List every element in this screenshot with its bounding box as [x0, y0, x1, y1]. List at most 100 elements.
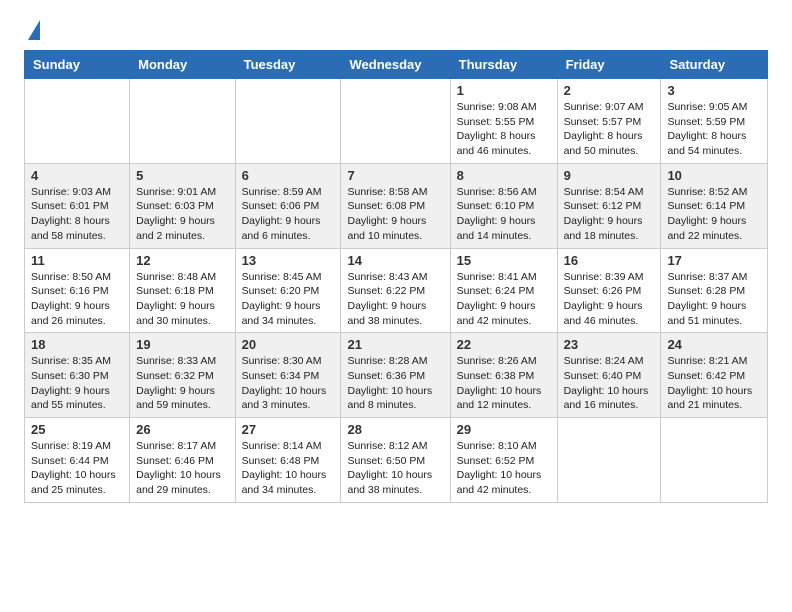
day-info: Sunrise: 8:33 AM Sunset: 6:32 PM Dayligh… — [136, 354, 228, 413]
day-number: 24 — [667, 337, 761, 352]
column-header-sunday: Sunday — [25, 51, 130, 79]
day-number: 11 — [31, 253, 123, 268]
calendar-header-row: SundayMondayTuesdayWednesdayThursdayFrid… — [25, 51, 768, 79]
day-number: 3 — [667, 83, 761, 98]
calendar-cell: 2 Sunrise: 9:07 AM Sunset: 5:57 PM Daylig… — [557, 79, 661, 164]
day-info: Sunrise: 8:41 AM Sunset: 6:24 PM Dayligh… — [457, 270, 551, 329]
day-number: 26 — [136, 422, 228, 437]
day-info: Sunrise: 9:07 AM Sunset: 5:57 PM Dayligh… — [564, 100, 655, 159]
day-info: Sunrise: 8:43 AM Sunset: 6:22 PM Dayligh… — [347, 270, 443, 329]
calendar-week-row: 4 Sunrise: 9:03 AM Sunset: 6:01 PM Daylig… — [25, 163, 768, 248]
calendar-week-row: 11 Sunrise: 8:50 AM Sunset: 6:16 PM Dayli… — [25, 248, 768, 333]
day-info: Sunrise: 8:48 AM Sunset: 6:18 PM Dayligh… — [136, 270, 228, 329]
day-info: Sunrise: 8:39 AM Sunset: 6:26 PM Dayligh… — [564, 270, 655, 329]
day-info: Sunrise: 8:10 AM Sunset: 6:52 PM Dayligh… — [457, 439, 551, 498]
calendar-cell: 27Sunrise: 8:14 AM Sunset: 6:48 PM Dayli… — [235, 418, 341, 503]
day-number: 6 — [242, 168, 335, 183]
calendar-cell: 23 Sunrise: 8:24 AM Sunset: 6:40 PM Dayli… — [557, 333, 661, 418]
calendar-week-row: 25 Sunrise: 8:19 AM Sunset: 6:44 PM Dayli… — [25, 418, 768, 503]
day-number: 2 — [564, 83, 655, 98]
calendar-cell — [557, 418, 661, 503]
day-info: Sunrise: 9:08 AM Sunset: 5:55 PM Dayligh… — [457, 100, 551, 159]
column-header-saturday: Saturday — [661, 51, 768, 79]
day-info: Sunrise: 8:50 AM Sunset: 6:16 PM Dayligh… — [31, 270, 123, 329]
day-number: 16 — [564, 253, 655, 268]
column-header-wednesday: Wednesday — [341, 51, 450, 79]
day-number: 25 — [31, 422, 123, 437]
calendar-cell — [130, 79, 235, 164]
calendar-cell: 9 Sunrise: 8:54 AM Sunset: 6:12 PM Daylig… — [557, 163, 661, 248]
day-info: Sunrise: 8:19 AM Sunset: 6:44 PM Dayligh… — [31, 439, 123, 498]
page-container: SundayMondayTuesdayWednesdayThursdayFrid… — [0, 0, 792, 515]
day-number: 8 — [457, 168, 551, 183]
day-number: 23 — [564, 337, 655, 352]
day-info: Sunrise: 9:03 AM Sunset: 6:01 PM Dayligh… — [31, 185, 123, 244]
calendar-cell: 4 Sunrise: 9:03 AM Sunset: 6:01 PM Daylig… — [25, 163, 130, 248]
day-number: 21 — [347, 337, 443, 352]
calendar-cell: 6 Sunrise: 8:59 AM Sunset: 6:06 PM Daylig… — [235, 163, 341, 248]
calendar-cell: 11 Sunrise: 8:50 AM Sunset: 6:16 PM Dayli… — [25, 248, 130, 333]
day-number: 7 — [347, 168, 443, 183]
day-number: 14 — [347, 253, 443, 268]
day-info: Sunrise: 8:58 AM Sunset: 6:08 PM Dayligh… — [347, 185, 443, 244]
day-info: Sunrise: 9:01 AM Sunset: 6:03 PM Dayligh… — [136, 185, 228, 244]
column-header-thursday: Thursday — [450, 51, 557, 79]
calendar-cell: 24 Sunrise: 8:21 AM Sunset: 6:42 PM Dayli… — [661, 333, 768, 418]
calendar-wrapper: SundayMondayTuesdayWednesdayThursdayFrid… — [0, 50, 792, 515]
day-number: 1 — [457, 83, 551, 98]
day-info: Sunrise: 8:28 AM Sunset: 6:36 PM Dayligh… — [347, 354, 443, 413]
calendar-cell: 22 Sunrise: 8:26 AM Sunset: 6:38 PM Dayli… — [450, 333, 557, 418]
calendar-cell — [235, 79, 341, 164]
calendar-week-row: 18Sunrise: 8:35 AM Sunset: 6:30 PM Dayli… — [25, 333, 768, 418]
calendar-cell: 16 Sunrise: 8:39 AM Sunset: 6:26 PM Dayli… — [557, 248, 661, 333]
day-number: 28 — [347, 422, 443, 437]
calendar-cell: 5 Sunrise: 9:01 AM Sunset: 6:03 PM Daylig… — [130, 163, 235, 248]
day-number: 19 — [136, 337, 228, 352]
calendar-cell: 15 Sunrise: 8:41 AM Sunset: 6:24 PM Dayli… — [450, 248, 557, 333]
day-info: Sunrise: 8:52 AM Sunset: 6:14 PM Dayligh… — [667, 185, 761, 244]
day-info: Sunrise: 8:35 AM Sunset: 6:30 PM Dayligh… — [31, 354, 123, 413]
calendar-cell — [25, 79, 130, 164]
header — [0, 0, 792, 50]
day-info: Sunrise: 8:17 AM Sunset: 6:46 PM Dayligh… — [136, 439, 228, 498]
day-number: 9 — [564, 168, 655, 183]
logo — [24, 18, 40, 40]
calendar-cell — [341, 79, 450, 164]
day-number: 17 — [667, 253, 761, 268]
calendar-cell: 20 Sunrise: 8:30 AM Sunset: 6:34 PM Dayli… — [235, 333, 341, 418]
calendar-cell: 18Sunrise: 8:35 AM Sunset: 6:30 PM Dayli… — [25, 333, 130, 418]
calendar-cell: 14 Sunrise: 8:43 AM Sunset: 6:22 PM Dayli… — [341, 248, 450, 333]
calendar-week-row: 1 Sunrise: 9:08 AM Sunset: 5:55 PM Daylig… — [25, 79, 768, 164]
calendar-cell: 29 Sunrise: 8:10 AM Sunset: 6:52 PM Dayli… — [450, 418, 557, 503]
calendar-cell: 17 Sunrise: 8:37 AM Sunset: 6:28 PM Dayli… — [661, 248, 768, 333]
day-number: 27 — [242, 422, 335, 437]
calendar-cell: 26 Sunrise: 8:17 AM Sunset: 6:46 PM Dayli… — [130, 418, 235, 503]
day-info: Sunrise: 8:26 AM Sunset: 6:38 PM Dayligh… — [457, 354, 551, 413]
day-number: 4 — [31, 168, 123, 183]
day-info: Sunrise: 8:37 AM Sunset: 6:28 PM Dayligh… — [667, 270, 761, 329]
day-info: Sunrise: 8:45 AM Sunset: 6:20 PM Dayligh… — [242, 270, 335, 329]
logo-triangle-icon — [28, 20, 40, 40]
calendar-cell: 28 Sunrise: 8:12 AM Sunset: 6:50 PM Dayli… — [341, 418, 450, 503]
calendar-table: SundayMondayTuesdayWednesdayThursdayFrid… — [24, 50, 768, 503]
day-number: 20 — [242, 337, 335, 352]
day-info: Sunrise: 8:21 AM Sunset: 6:42 PM Dayligh… — [667, 354, 761, 413]
day-info: Sunrise: 8:54 AM Sunset: 6:12 PM Dayligh… — [564, 185, 655, 244]
day-info: Sunrise: 8:59 AM Sunset: 6:06 PM Dayligh… — [242, 185, 335, 244]
day-info: Sunrise: 8:24 AM Sunset: 6:40 PM Dayligh… — [564, 354, 655, 413]
day-number: 15 — [457, 253, 551, 268]
day-info: Sunrise: 8:30 AM Sunset: 6:34 PM Dayligh… — [242, 354, 335, 413]
day-number: 13 — [242, 253, 335, 268]
calendar-cell: 19 Sunrise: 8:33 AM Sunset: 6:32 PM Dayli… — [130, 333, 235, 418]
calendar-cell: 25 Sunrise: 8:19 AM Sunset: 6:44 PM Dayli… — [25, 418, 130, 503]
calendar-cell: 8Sunrise: 8:56 AM Sunset: 6:10 PM Daylig… — [450, 163, 557, 248]
day-info: Sunrise: 8:12 AM Sunset: 6:50 PM Dayligh… — [347, 439, 443, 498]
calendar-cell: 1 Sunrise: 9:08 AM Sunset: 5:55 PM Daylig… — [450, 79, 557, 164]
day-number: 22 — [457, 337, 551, 352]
day-number: 29 — [457, 422, 551, 437]
day-number: 10 — [667, 168, 761, 183]
column-header-tuesday: Tuesday — [235, 51, 341, 79]
calendar-cell: 12Sunrise: 8:48 AM Sunset: 6:18 PM Dayli… — [130, 248, 235, 333]
calendar-cell: 7 Sunrise: 8:58 AM Sunset: 6:08 PM Daylig… — [341, 163, 450, 248]
day-number: 5 — [136, 168, 228, 183]
